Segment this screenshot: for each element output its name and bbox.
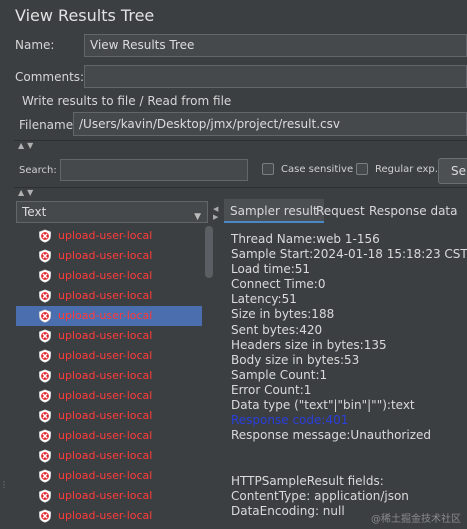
resize-grip[interactable]: ⋮ <box>0 480 8 489</box>
error-shield-icon <box>39 409 51 423</box>
tab-request[interactable]: Request <box>316 199 365 223</box>
search-input[interactable] <box>60 159 248 181</box>
result-line: Connect Time:0 <box>231 277 326 292</box>
split-divider[interactable]: ◀ ▶ <box>212 197 220 529</box>
result-line: ContentType: application/json <box>231 488 409 503</box>
tree-scrollbar[interactable] <box>205 226 213 278</box>
result-line: Sent bytes:420 <box>231 322 323 337</box>
error-shield-icon <box>39 509 51 523</box>
result-tabs: Sampler result Request Response data <box>224 199 467 223</box>
tree-item-label: upload-user-local <box>58 429 153 442</box>
result-line: Error Count:1 <box>231 382 312 397</box>
regular-exp-label: Regular exp. <box>375 164 438 175</box>
error-shield-icon <box>39 449 51 463</box>
comments-field[interactable] <box>84 65 467 88</box>
error-shield-icon <box>39 289 51 303</box>
tree-item[interactable]: upload-user-local <box>16 246 202 266</box>
result-line <box>231 458 467 473</box>
response-code-line: Response code:401 <box>231 413 349 428</box>
filename-label: Filename <box>19 118 74 132</box>
chevron-down-icon: ▼ <box>194 212 201 222</box>
tree-item-label: upload-user-local <box>58 469 153 482</box>
error-shield-icon <box>39 309 51 323</box>
tree-item[interactable]: upload-user-local <box>16 266 202 286</box>
tree-item-label: upload-user-local <box>58 249 153 262</box>
error-shield-icon <box>39 229 51 243</box>
case-sensitive-checkbox[interactable] <box>262 163 274 175</box>
tree-item-label: upload-user-local <box>58 349 153 362</box>
error-shield-icon <box>39 349 51 363</box>
error-shield-icon <box>39 389 51 403</box>
result-line: Response message:Unauthorized <box>231 428 431 443</box>
result-line: Latency:51 <box>231 292 297 307</box>
tab-response-data[interactable]: Response data <box>369 199 457 223</box>
result-line: Body size in bytes:53 <box>231 352 360 367</box>
tree-item-label: upload-user-local <box>58 329 153 342</box>
search-label: Search: <box>19 165 57 176</box>
result-line: Sample Count:1 <box>231 367 328 382</box>
name-label: Name: <box>15 38 55 52</box>
error-shield-icon <box>39 469 51 483</box>
comments-label: Comments: <box>15 70 85 84</box>
result-line: Load time:51 <box>231 262 311 277</box>
error-shield-icon <box>39 429 51 443</box>
tab-sampler-result[interactable]: Sampler result <box>224 199 324 223</box>
name-field[interactable]: View Results Tree <box>84 34 467 57</box>
error-shield-icon <box>39 249 51 263</box>
error-shield-icon <box>39 489 51 503</box>
write-results-legend: Write results to file / Read from file <box>22 94 232 108</box>
renderer-selected-label: Text <box>22 205 47 219</box>
result-line: Size in bytes:188 <box>231 307 335 322</box>
regular-exp-checkbox[interactable] <box>356 163 368 175</box>
tree-item[interactable]: upload-user-local <box>16 366 202 386</box>
results-tree[interactable]: upload-user-local upload-user-local upload… <box>16 226 202 529</box>
tree-item-label: upload-user-local <box>58 509 153 522</box>
tree-item[interactable]: upload-user-local <box>16 286 202 306</box>
tree-item-label: upload-user-local <box>58 409 153 422</box>
tree-item[interactable]: upload-user-local <box>16 346 202 366</box>
filename-field[interactable]: /Users/kavin/Desktop/jmx/project/result.… <box>73 112 467 136</box>
result-line: Thread Name:web 1-156 <box>231 232 380 246</box>
result-line: Sample Start:2024-01-18 15:18:23 CST <box>231 247 467 262</box>
tree-item[interactable]: upload-user-local <box>16 446 202 466</box>
tree-item-label: upload-user-local <box>58 269 153 282</box>
tree-item-label: upload-user-local <box>58 389 153 402</box>
error-shield-icon <box>39 369 51 383</box>
collapse-arrows-icon-2[interactable]: ▲▼ <box>18 188 36 197</box>
result-line: HTTPSampleResult fields: <box>231 473 384 488</box>
panel-title: View Results Tree <box>15 6 155 25</box>
tree-item-label: upload-user-local <box>58 289 153 302</box>
renderer-select[interactable]: Text ▼ <box>16 201 208 223</box>
search-button[interactable]: Se <box>438 158 467 184</box>
error-shield-icon <box>39 329 51 343</box>
watermark: @稀土掘金技术社区 <box>371 514 461 525</box>
tree-item-label: upload-user-local <box>58 309 153 322</box>
sampler-result-text: Thread Name:web 1-156 Sample Start:2024-… <box>231 232 467 519</box>
tree-item-label: upload-user-local <box>58 229 153 242</box>
result-line: Data type ("text"|"bin"|""):text <box>231 398 415 413</box>
tree-item[interactable]: upload-user-local <box>16 226 202 246</box>
collapse-arrows-icon[interactable]: ▲▼ <box>18 141 36 150</box>
tree-item[interactable]: upload-user-local <box>16 486 202 506</box>
tree-item[interactable]: upload-user-local <box>16 426 202 446</box>
result-line: Headers size in bytes:135 <box>231 337 387 352</box>
tree-item-label: upload-user-local <box>58 449 153 462</box>
tree-item[interactable]: upload-user-local <box>16 466 202 486</box>
tree-item[interactable]: upload-user-local <box>16 406 202 426</box>
error-shield-icon <box>39 269 51 283</box>
tree-item[interactable]: upload-user-local <box>16 506 202 526</box>
tree-item[interactable]: upload-user-local <box>16 306 202 326</box>
case-sensitive-label: Case sensitive <box>281 164 354 175</box>
tree-item-label: upload-user-local <box>58 369 153 382</box>
tree-item[interactable]: upload-user-local <box>16 386 202 406</box>
tree-item-label: upload-user-local <box>58 489 153 502</box>
tree-item[interactable]: upload-user-local <box>16 326 202 346</box>
result-line <box>231 443 467 458</box>
